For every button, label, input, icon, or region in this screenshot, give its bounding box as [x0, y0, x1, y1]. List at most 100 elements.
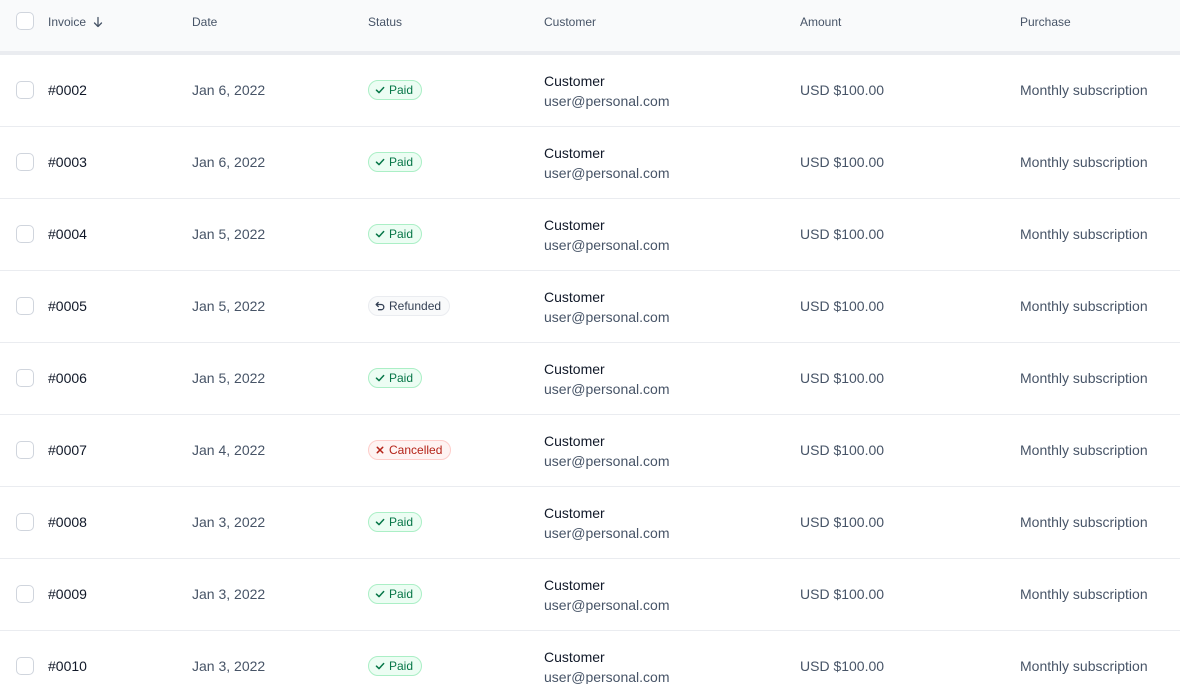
table-row[interactable]: #0003 Jan 6, 2022 Paid Customer user@persona… — [0, 127, 1180, 199]
row-checkbox[interactable] — [16, 81, 34, 99]
customer-email: user@personal.com — [544, 237, 670, 253]
invoice-amount: USD $100.00 — [800, 154, 885, 170]
invoice-number[interactable]: #0008 — [48, 514, 87, 530]
table-row[interactable]: #0007 Jan 4, 2022 Cancelled Customer user@pe… — [0, 415, 1180, 487]
purchase-description: Monthly subscription — [1020, 82, 1148, 98]
table-row[interactable]: #0010 Jan 3, 2022 Paid Customer user@persona… — [0, 631, 1180, 684]
customer-cell: Customer user@personal.com — [544, 359, 670, 399]
status-badge: Paid — [368, 656, 423, 676]
column-header-date[interactable]: Date — [192, 15, 217, 29]
status-label: Paid — [389, 515, 414, 529]
customer-name: Customer — [544, 433, 605, 449]
row-checkbox[interactable] — [16, 441, 34, 459]
status-label: Refunded — [389, 299, 442, 313]
customer-name: Customer — [544, 577, 605, 593]
table-row[interactable]: #0004 Jan 5, 2022 Paid Customer user@persona… — [0, 199, 1180, 271]
check-icon — [375, 158, 385, 166]
invoice-number[interactable]: #0005 — [48, 298, 87, 314]
row-checkbox[interactable] — [16, 153, 34, 171]
invoice-number[interactable]: #0003 — [48, 154, 87, 170]
invoice-number[interactable]: #0004 — [48, 226, 87, 242]
customer-name: Customer — [544, 649, 605, 665]
customer-email: user@personal.com — [544, 453, 670, 469]
check-icon — [375, 230, 385, 238]
status-label: Paid — [389, 227, 414, 241]
row-checkbox[interactable] — [16, 585, 34, 603]
table-row[interactable]: #0008 Jan 3, 2022 Paid Customer user@persona… — [0, 487, 1180, 559]
status-cell: Paid — [368, 368, 423, 388]
table-row[interactable]: #0006 Jan 5, 2022 Paid Customer user@persona… — [0, 343, 1180, 415]
invoice-amount: USD $100.00 — [800, 586, 885, 602]
invoice-number[interactable]: #0006 — [48, 370, 87, 386]
row-checkbox[interactable] — [16, 657, 34, 675]
customer-name: Customer — [544, 289, 605, 305]
table-row[interactable]: #0002 Jan 6, 2022 Paid Customer user@persona… — [0, 55, 1180, 127]
customer-cell: Customer user@personal.com — [544, 503, 670, 543]
status-cell: Paid — [368, 656, 423, 676]
row-checkbox[interactable] — [16, 369, 34, 387]
x-icon — [376, 446, 384, 454]
invoice-number[interactable]: #0010 — [48, 658, 87, 674]
column-header-purchase[interactable]: Purchase — [1020, 15, 1071, 29]
customer-cell: Customer user@personal.com — [544, 71, 670, 111]
purchase-description: Monthly subscription — [1020, 442, 1148, 458]
status-cell: Paid — [368, 512, 423, 532]
customer-name: Customer — [544, 217, 605, 233]
status-cell: Paid — [368, 152, 423, 172]
invoice-date: Jan 4, 2022 — [192, 442, 266, 458]
invoice-date: Jan 5, 2022 — [192, 298, 266, 314]
table-body: #0002 Jan 6, 2022 Paid Customer user@persona… — [0, 55, 1180, 684]
check-icon — [375, 374, 385, 382]
customer-name: Customer — [544, 361, 605, 377]
invoice-date: Jan 5, 2022 — [192, 226, 266, 242]
invoice-amount: USD $100.00 — [800, 298, 885, 314]
invoice-amount: USD $100.00 — [800, 658, 885, 674]
check-icon — [375, 518, 385, 526]
invoice-number[interactable]: #0002 — [48, 82, 87, 98]
purchase-description: Monthly subscription — [1020, 298, 1148, 314]
status-badge: Refunded — [368, 296, 451, 316]
check-icon — [375, 662, 385, 670]
row-checkbox[interactable] — [16, 297, 34, 315]
column-header-purchase-label: Purchase — [1020, 15, 1071, 29]
purchase-description: Monthly subscription — [1020, 370, 1148, 386]
customer-cell: Customer user@personal.com — [544, 647, 670, 684]
status-cell: Cancelled — [368, 440, 452, 460]
undo-icon — [375, 301, 385, 311]
customer-cell: Customer user@personal.com — [544, 575, 670, 615]
check-icon — [375, 590, 385, 598]
customer-email: user@personal.com — [544, 525, 670, 541]
select-all-checkbox[interactable] — [16, 12, 34, 30]
customer-email: user@personal.com — [544, 93, 670, 109]
column-header-status-label: Status — [368, 15, 403, 29]
status-badge: Cancelled — [368, 440, 452, 460]
table-row[interactable]: #0009 Jan 3, 2022 Paid Customer user@persona… — [0, 559, 1180, 631]
purchase-description: Monthly subscription — [1020, 586, 1148, 602]
status-badge: Paid — [368, 224, 423, 244]
column-header-invoice-label: Invoice — [48, 15, 87, 29]
row-checkbox[interactable] — [16, 513, 34, 531]
customer-email: user@personal.com — [544, 669, 670, 684]
customer-email: user@personal.com — [544, 309, 670, 325]
status-cell: Paid — [368, 80, 423, 100]
invoice-amount: USD $100.00 — [800, 442, 885, 458]
customer-email: user@personal.com — [544, 381, 670, 397]
arrow-down-icon — [93, 16, 103, 28]
invoice-number[interactable]: #0007 — [48, 442, 87, 458]
invoice-date: Jan 3, 2022 — [192, 658, 266, 674]
invoice-number[interactable]: #0009 — [48, 586, 87, 602]
column-header-amount[interactable]: Amount — [800, 15, 841, 29]
column-header-status[interactable]: Status — [368, 15, 402, 29]
column-header-customer[interactable]: Customer — [544, 15, 596, 29]
column-header-invoice[interactable]: Invoice — [48, 15, 104, 29]
status-label: Paid — [389, 155, 414, 169]
customer-email: user@personal.com — [544, 597, 670, 613]
status-label: Paid — [389, 587, 414, 601]
purchase-description: Monthly subscription — [1020, 658, 1148, 674]
customer-name: Customer — [544, 505, 605, 521]
table-header: Invoice Date Status Customer Amount Purc… — [0, 0, 1180, 55]
table-row[interactable]: #0005 Jan 5, 2022 Refunded Customer user@per… — [0, 271, 1180, 343]
customer-cell: Customer user@personal.com — [544, 143, 670, 183]
invoices-table: Invoice Date Status Customer Amount Purc… — [0, 0, 1180, 684]
row-checkbox[interactable] — [16, 225, 34, 243]
